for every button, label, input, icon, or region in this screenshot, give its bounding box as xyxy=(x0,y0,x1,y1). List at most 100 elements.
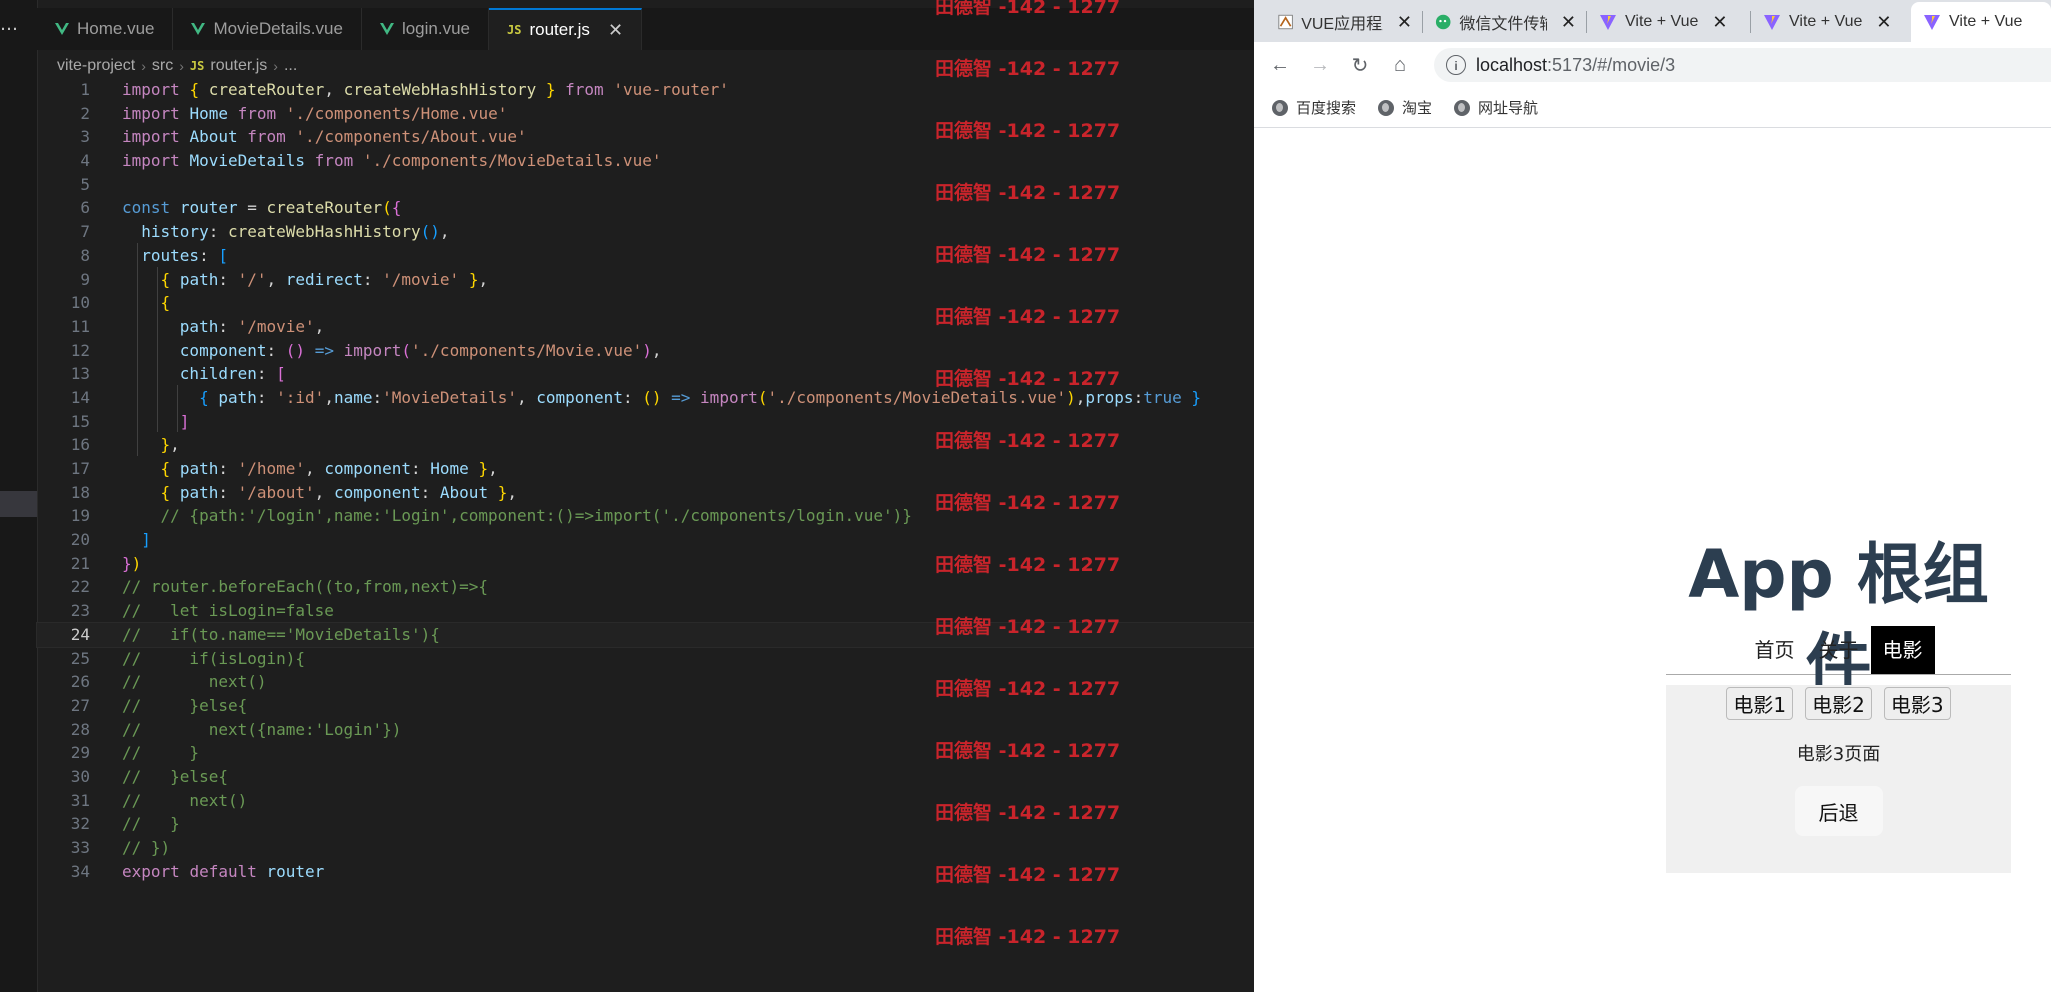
home-icon[interactable]: ⌂ xyxy=(1380,54,1420,77)
code-line-text: import Home from './components/Home.vue' xyxy=(122,103,508,123)
code-line-text: // let isLogin=false xyxy=(122,601,334,621)
code-line[interactable]: 25 // if(isLogin){ xyxy=(37,647,1254,671)
watermark-text: 田德智 -142 - 1277 xyxy=(935,926,1121,948)
bookmark-taobao[interactable]: 淘宝 xyxy=(1378,97,1432,118)
line-number: 22 xyxy=(70,577,90,597)
code-line-text: import { createRouter, createWebHashHist… xyxy=(122,80,729,99)
bookmark-nav[interactable]: 网址导航 xyxy=(1454,97,1538,118)
code-line-text: // if(to.name=='MovieDetails'){ xyxy=(122,624,440,644)
wechat-icon xyxy=(1435,14,1451,30)
line-number: 8 xyxy=(80,245,90,265)
code-line[interactable]: 1 import { createRouter, createWebHashHis… xyxy=(37,78,1254,102)
forward-arrow-icon[interactable]: → xyxy=(1300,54,1340,77)
watermark-text: 田德智 -142 - 1277 xyxy=(935,492,1121,514)
movie-link-3[interactable]: 电影3 xyxy=(1883,687,1951,720)
line-number: 32 xyxy=(70,814,90,834)
close-icon[interactable]: ✕ xyxy=(608,20,623,41)
line-number: 4 xyxy=(80,151,90,171)
line-number: 25 xyxy=(70,648,90,668)
browser-tab[interactable]: Vite + Vue ✕ xyxy=(1751,2,1911,42)
indent-guide xyxy=(177,385,178,432)
code-line-text: // } xyxy=(122,814,180,834)
main-nav: 首页 关于 电影 xyxy=(1666,626,2011,675)
watermark-text: 田德智 -142 - 1277 xyxy=(935,182,1121,204)
watermark-text: 田德智 -142 - 1277 xyxy=(935,678,1121,700)
browser-tab-title: Vite + Vue xyxy=(1625,13,1699,30)
address-bar[interactable]: i localhost:5173/#/movie/3 xyxy=(1434,48,2051,82)
info-icon[interactable]: i xyxy=(1446,55,1466,75)
url-text[interactable]: localhost:5173/#/movie/3 xyxy=(1476,55,1675,76)
browser-tab-title: VUE应用程序 xyxy=(1301,16,1383,33)
close-icon[interactable]: ✕ xyxy=(1561,12,1576,33)
line-number: 30 xyxy=(70,766,90,786)
code-line[interactable]: 20 ] xyxy=(37,528,1254,552)
app-root: App 根组件 首页 关于 电影 电影1 电影2 电影3 电影3页面 后退 xyxy=(1666,530,2011,873)
code-line[interactable]: 33 // }) xyxy=(37,836,1254,860)
vite-icon xyxy=(1764,15,1780,30)
close-icon[interactable]: ✕ xyxy=(1876,12,1891,33)
breadcrumb-item[interactable]: src xyxy=(152,57,173,75)
code-line[interactable]: 30 // }else{ xyxy=(37,765,1254,789)
line-number: 24 xyxy=(70,624,90,644)
line-number: 21 xyxy=(70,553,90,573)
activity-selection xyxy=(0,491,37,517)
line-number: 26 xyxy=(70,672,90,692)
code-line[interactable]: 4 import MovieDetails from './components/… xyxy=(37,149,1254,173)
movie-link-1[interactable]: 电影1 xyxy=(1726,687,1794,720)
breadcrumb-item[interactable]: vite-project xyxy=(57,57,135,75)
line-number: 15 xyxy=(70,411,90,431)
back-arrow-icon[interactable]: ← xyxy=(1260,54,1300,77)
browser-tab-active[interactable]: Vite + Vue xyxy=(1911,2,2051,42)
code-line[interactable]: 22 // router.beforeEach((to,from,next)=>{ xyxy=(37,575,1254,599)
close-icon[interactable]: ✕ xyxy=(1712,12,1727,33)
code-line-text: { path: '/about', component: About }, xyxy=(160,482,517,502)
breadcrumb-item[interactable]: ... xyxy=(284,57,297,75)
tab-router-js[interactable]: JS router.js ✕ xyxy=(489,8,643,50)
close-icon[interactable]: ✕ xyxy=(1397,12,1412,33)
tab-login-vue[interactable]: login.vue xyxy=(362,8,489,50)
breadcrumb-item[interactable]: router.js xyxy=(210,57,267,75)
browser-tab-title: Vite + Vue xyxy=(1789,13,1863,30)
nav-link-home[interactable]: 首页 xyxy=(1743,626,1807,674)
movie-link-2[interactable]: 电影2 xyxy=(1805,687,1872,720)
code-line-text: // } xyxy=(122,743,200,763)
line-number: 3 xyxy=(80,127,90,147)
line-number: 16 xyxy=(70,435,90,455)
browser-tab-title: 微信文件传输 xyxy=(1459,16,1547,33)
code-line[interactable]: 12 component: () => import('./components… xyxy=(37,339,1254,363)
code-line[interactable]: 9 { path: '/', redirect: '/movie' }, xyxy=(37,268,1254,292)
line-number: 11 xyxy=(70,316,90,336)
back-button[interactable]: 后退 xyxy=(1794,786,1883,836)
code-line-text: history: createWebHashHistory(), xyxy=(141,222,450,242)
url-path: :5173/#/movie/3 xyxy=(1547,54,1676,75)
address-bar-row: ← → ↻ ⌂ i localhost:5173/#/movie/3 xyxy=(1254,42,2051,88)
browser-tab[interactable]: VUE应用程序 ✕ xyxy=(1254,2,1422,42)
watermark-text: 田德智 -142 - 1277 xyxy=(935,368,1121,390)
line-number: 19 xyxy=(70,506,90,526)
tab-home-vue[interactable]: Home.vue xyxy=(37,8,174,50)
vue-file-icon xyxy=(191,23,206,35)
tab-moviedetails-vue[interactable]: MovieDetails.vue xyxy=(173,8,362,50)
watermark-text: 田德智 -142 - 1277 xyxy=(935,244,1121,266)
code-line-text: ] xyxy=(141,530,151,550)
browser-tab[interactable]: 微信文件传输 ✕ xyxy=(1423,2,1586,42)
reload-icon[interactable]: ↻ xyxy=(1340,53,1380,78)
code-line[interactable]: 17 { path: '/home', component: Home }, xyxy=(37,457,1254,481)
code-line-text: import About from './components/About.vu… xyxy=(122,127,527,147)
line-number: 18 xyxy=(70,482,90,502)
code-line-text: { path: '/', redirect: '/movie' }, xyxy=(160,269,489,289)
nav-link-about[interactable]: 关于 xyxy=(1807,626,1871,674)
indent-guide xyxy=(157,267,158,432)
bookmark-label: 百度搜索 xyxy=(1296,100,1357,117)
vue-file-icon xyxy=(55,23,69,35)
line-number: 13 xyxy=(70,364,90,384)
line-number: 33 xyxy=(70,838,90,857)
code-line-text: children: [ xyxy=(179,364,286,384)
bookmark-baidu[interactable]: 百度搜索 xyxy=(1272,97,1356,118)
page-title: App 根组件 xyxy=(1688,536,1989,703)
tab-label: router.js xyxy=(529,20,590,39)
nav-link-movie[interactable]: 电影 xyxy=(1870,626,1935,674)
browser-tab[interactable]: Vite + Vue ✕ xyxy=(1587,2,1750,42)
more-icon[interactable]: … xyxy=(0,14,19,35)
code-line-text: // {path:'/login',name:'Login',component… xyxy=(160,506,912,526)
